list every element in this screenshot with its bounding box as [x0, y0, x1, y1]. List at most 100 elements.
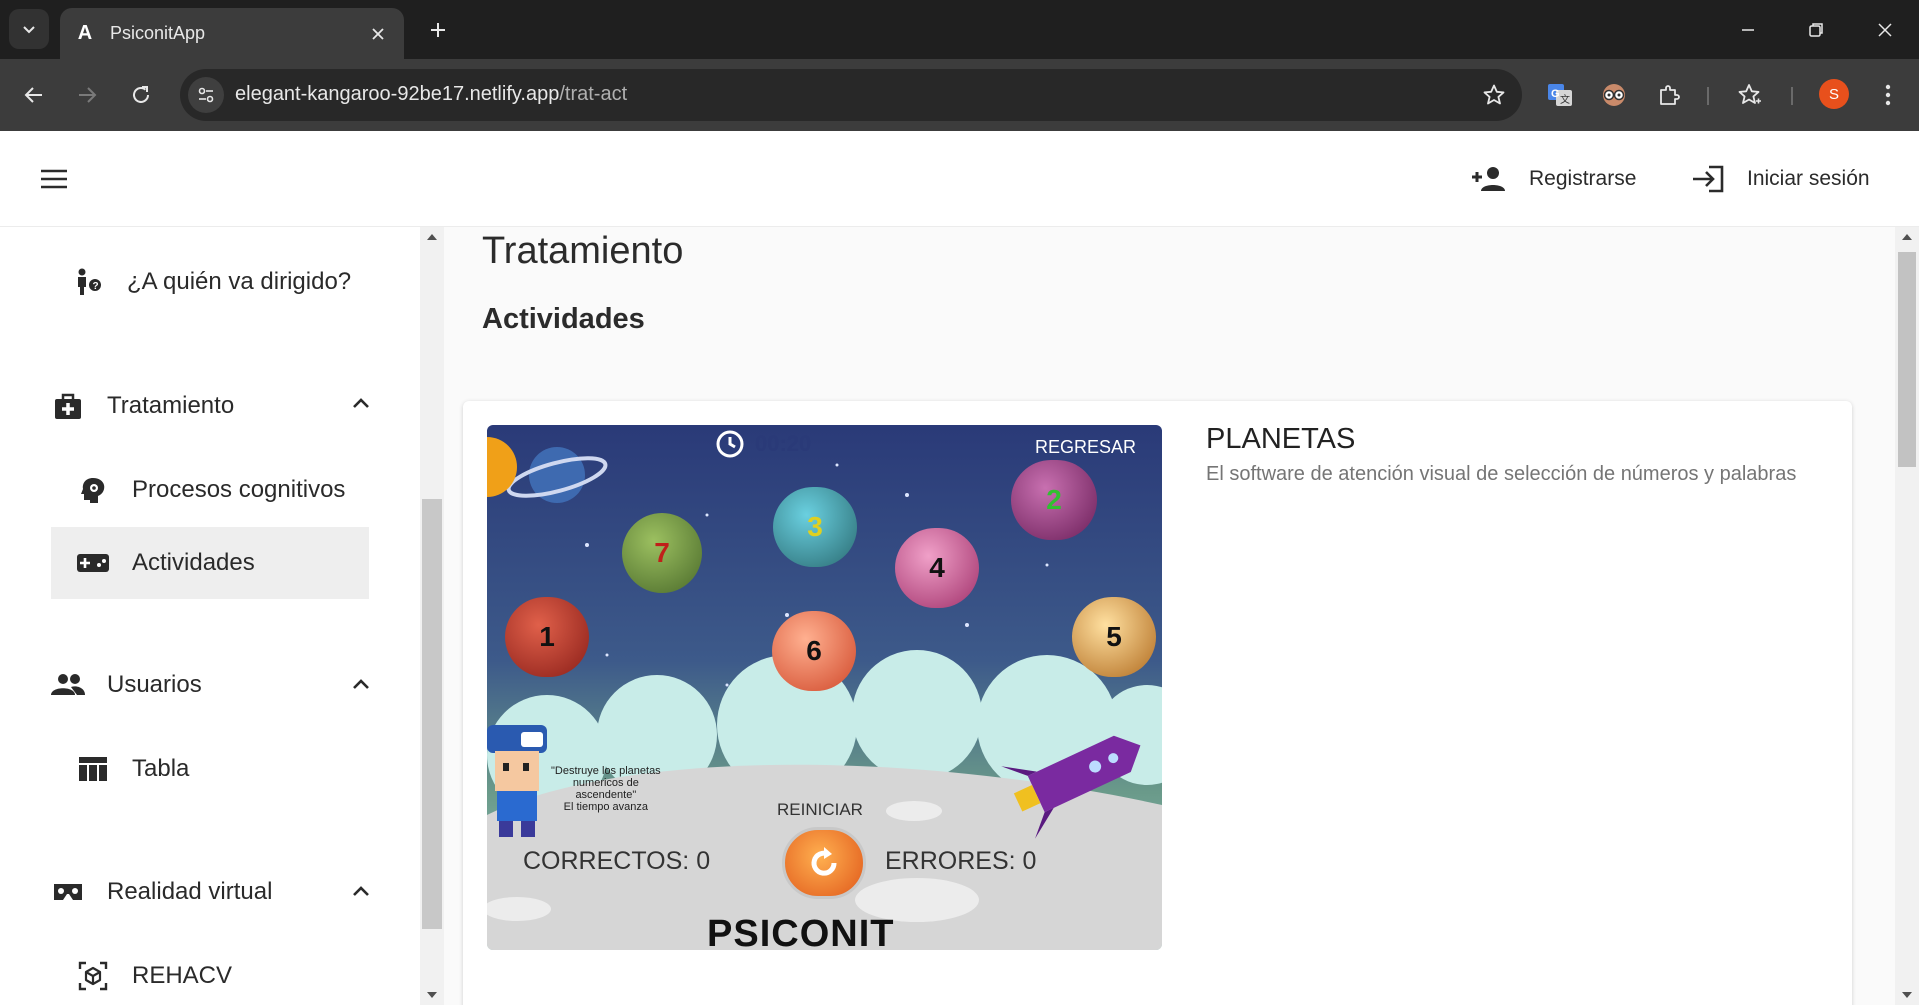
sidebar-item-tabla[interactable]: Tabla	[76, 752, 189, 786]
planet-4[interactable]: 4	[895, 528, 979, 608]
forward-button[interactable]	[67, 75, 107, 115]
sidebar-item-label: REHACV	[132, 962, 233, 989]
minimize-button[interactable]	[1714, 0, 1782, 59]
url-host: elegant-kangaroo-92be17.netlify.app	[235, 83, 560, 105]
game-instructions: "Destruye los planetas numericos de asce…	[551, 765, 661, 813]
puzzle-icon	[1660, 85, 1680, 105]
planet-1[interactable]: 1	[505, 597, 589, 677]
sidebar-scroll-thumb[interactable]	[422, 499, 442, 929]
minimize-icon	[1742, 28, 1754, 31]
browser-menu-button[interactable]	[1868, 75, 1908, 115]
planet-7[interactable]: 7	[622, 513, 702, 593]
bookmarks-icon	[1738, 84, 1761, 104]
browser-tab-active[interactable]: A PsiconitApp	[60, 8, 404, 59]
sidebar-scrollbar[interactable]	[420, 227, 444, 1005]
restore-button[interactable]	[1782, 0, 1850, 59]
main-scroll-thumb[interactable]	[1898, 252, 1916, 467]
scroll-down-arrow[interactable]	[1895, 985, 1919, 1005]
extensions-button[interactable]	[1649, 75, 1689, 115]
section-title: Actividades	[482, 303, 645, 335]
register-label: Registrarse	[1529, 167, 1637, 190]
chevron-up-icon[interactable]	[349, 673, 373, 697]
activity-title: PLANETAS	[1206, 423, 1356, 455]
menu-toggle-button[interactable]	[34, 161, 74, 197]
toolbar-separator	[1707, 87, 1709, 105]
address-bar[interactable]: elegant-kangaroo-92be17.netlify.app/trat…	[180, 69, 1522, 121]
errors-label: ERRORES:	[885, 847, 1016, 875]
sidebar-item-label: Actividades	[132, 549, 255, 576]
sidebar-item-label: Procesos cognitivos	[132, 476, 346, 503]
instruction-line: numericos de	[572, 777, 639, 789]
plus-icon	[431, 23, 445, 37]
back-arrow-icon	[24, 87, 42, 103]
back-button[interactable]	[14, 75, 54, 115]
main-content: Tratamiento Actividades 00:20 REGRESAR 7…	[444, 227, 1895, 1005]
sidebar-item-label: ¿A quién va dirigido?	[127, 268, 352, 295]
restart-button[interactable]	[782, 827, 866, 899]
svg-text:文: 文	[1560, 93, 1570, 106]
sidebar-item-usuarios[interactable]: Usuarios	[51, 668, 373, 702]
page-title: Tratamiento	[482, 230, 684, 272]
vr-headset-icon	[51, 875, 85, 909]
register-button[interactable]: Registrarse	[1471, 159, 1636, 199]
scroll-up-arrow[interactable]	[420, 227, 444, 247]
sidebar-item-actividades[interactable]: Actividades	[76, 546, 255, 580]
new-tab-button[interactable]	[418, 12, 458, 48]
scroll-down-arrow[interactable]	[420, 985, 444, 1005]
planet-6[interactable]: 6	[772, 611, 856, 691]
url-text: elegant-kangaroo-92be17.netlify.app/trat…	[235, 83, 627, 106]
sidebar-item-audience[interactable]: ? ¿A quién va dirigido?	[71, 265, 351, 299]
angular-logo-icon: A	[77, 22, 93, 44]
app-header: Registrarse Iniciar sesión	[0, 131, 1919, 227]
errors-value: 0	[1022, 847, 1037, 875]
translate-icon: G文	[1548, 84, 1572, 106]
planet-5[interactable]: 5	[1072, 597, 1156, 677]
svg-text:?: ?	[93, 281, 99, 292]
restore-icon	[1809, 22, 1823, 37]
table-icon	[76, 752, 110, 786]
sidebar-item-realidad-virtual[interactable]: Realidad virtual	[51, 875, 373, 909]
main-scrollbar[interactable]	[1895, 227, 1919, 1005]
sidebar-item-label: Tabla	[132, 755, 190, 782]
bookmarks-button[interactable]	[1729, 75, 1769, 115]
more-vert-icon	[1885, 84, 1891, 106]
site-info-button[interactable]	[188, 77, 224, 113]
person-question-icon: ?	[71, 265, 105, 299]
game-back-button[interactable]: REGRESAR	[1035, 437, 1136, 458]
errors-counter: ERRORES: 0	[885, 847, 1036, 876]
gamepad-icon	[76, 546, 110, 580]
reload-button[interactable]	[121, 75, 161, 115]
correct-counter: CORRECTOS: 0	[523, 847, 710, 876]
login-button[interactable]: Iniciar sesión	[1691, 159, 1870, 199]
scroll-up-arrow[interactable]	[1895, 227, 1919, 247]
timer-value: 00:20	[755, 431, 812, 456]
login-icon	[1693, 165, 1724, 193]
reader-extension-button[interactable]	[1594, 75, 1634, 115]
svg-text:G: G	[1551, 88, 1560, 100]
reload-icon	[133, 86, 149, 103]
planet-2[interactable]: 2	[1011, 460, 1097, 540]
restart-icon	[811, 847, 837, 876]
brain-gear-icon	[76, 473, 110, 507]
sidebar-item-tratamiento[interactable]: Tratamiento	[51, 389, 373, 423]
site-info-icon	[198, 87, 214, 103]
chevron-up-icon[interactable]	[349, 392, 373, 416]
sidebar: ? ¿A quién va dirigido? Tratamiento Proc…	[0, 227, 420, 1005]
sidebar-item-label: Usuarios	[107, 671, 202, 698]
instruction-line: El tiempo avanza	[563, 801, 649, 813]
translate-extension-button[interactable]: G文	[1540, 75, 1580, 115]
activity-card[interactable]: 00:20 REGRESAR 7 3 4 2 1 6 5 "Destruye l…	[463, 401, 1852, 1005]
star-icon	[1483, 84, 1505, 105]
planet-3[interactable]: 3	[773, 487, 857, 567]
sidebar-item-procesos[interactable]: Procesos cognitivos	[76, 473, 345, 507]
sidebar-item-label: Tratamiento	[107, 392, 235, 419]
tab-close-button[interactable]	[366, 22, 390, 46]
profile-avatar[interactable]: S	[1819, 79, 1849, 109]
sidebar-item-rehacv[interactable]: REHACV	[76, 959, 232, 993]
tab-search-button[interactable]	[9, 9, 49, 49]
game-preview-image[interactable]: 00:20 REGRESAR 7 3 4 2 1 6 5 "Destruye l…	[487, 425, 1162, 950]
bookmark-button[interactable]	[1480, 81, 1508, 109]
chevron-up-icon[interactable]	[349, 880, 373, 904]
close-window-button[interactable]	[1851, 0, 1919, 59]
hamburger-icon	[41, 169, 67, 189]
